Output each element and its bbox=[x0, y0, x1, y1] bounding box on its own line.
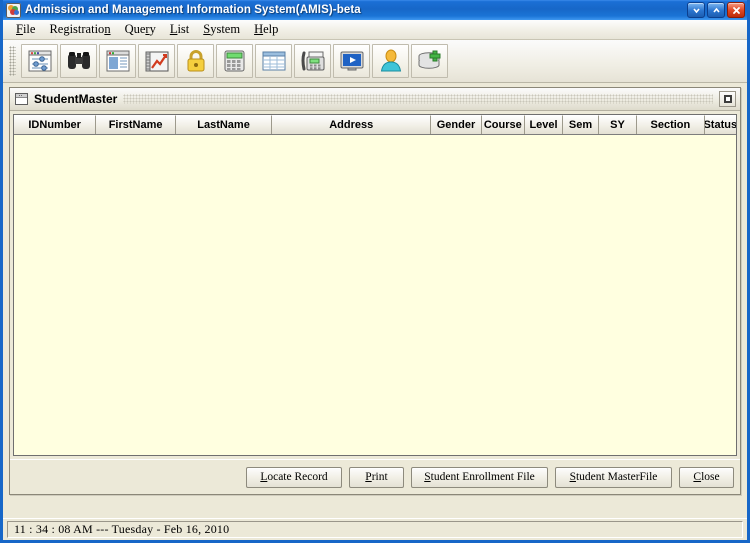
print-button[interactable]: Print bbox=[349, 466, 404, 488]
application-window: Admission and Management Information Sys… bbox=[0, 0, 750, 543]
internal-frame-title: StudentMaster bbox=[34, 92, 118, 106]
locate-record-button[interactable]: Locate Record bbox=[246, 466, 342, 488]
menu-item-help[interactable]: Help bbox=[247, 21, 285, 38]
status-bar: 11 : 34 : 08 AM --- Tuesday - Feb 16, 20… bbox=[3, 518, 747, 540]
mdi-desktop: StudentMaster IDNumber FirstName LastNam… bbox=[3, 83, 747, 518]
status-datetime: 11 : 34 : 08 AM --- Tuesday - Feb 16, 20… bbox=[7, 521, 743, 538]
binoculars-icon[interactable] bbox=[60, 44, 97, 78]
action-button-row: Locate Record Print Student Enrollment F… bbox=[10, 459, 740, 494]
column-header-sem[interactable]: Sem bbox=[563, 115, 599, 134]
column-header-gender[interactable]: Gender bbox=[431, 115, 482, 134]
user-person-icon[interactable] bbox=[372, 44, 409, 78]
column-header-course[interactable]: Course bbox=[481, 115, 525, 134]
amis-app-icon bbox=[6, 2, 21, 18]
menu-item-file[interactable]: File bbox=[9, 21, 42, 38]
window-controls bbox=[687, 2, 745, 18]
student-table: IDNumber FirstName LastName Address Gend… bbox=[13, 114, 737, 456]
database-add-icon[interactable] bbox=[411, 44, 448, 78]
title-bar[interactable]: Admission and Management Information Sys… bbox=[3, 0, 747, 20]
close-button-bottom[interactable]: Close bbox=[679, 466, 734, 488]
close-button[interactable] bbox=[727, 2, 745, 18]
internal-frame-title-bar[interactable]: StudentMaster bbox=[10, 88, 740, 111]
menu-item-system[interactable]: System bbox=[196, 21, 247, 38]
toolbar bbox=[3, 40, 747, 83]
drag-grip[interactable] bbox=[9, 46, 16, 76]
table-grid-icon[interactable] bbox=[255, 44, 292, 78]
column-header-address[interactable]: Address bbox=[272, 115, 432, 134]
calculator-icon[interactable] bbox=[216, 44, 253, 78]
minimize-button[interactable] bbox=[687, 2, 705, 18]
column-header-status[interactable]: Status bbox=[704, 115, 736, 134]
column-header-idnumber[interactable]: IDNumber bbox=[14, 115, 97, 134]
column-header-section[interactable]: Section bbox=[637, 115, 705, 134]
menu-item-list[interactable]: List bbox=[163, 21, 196, 38]
student-masterfile-button[interactable]: Student MasterFile bbox=[555, 466, 672, 488]
menu-item-registration[interactable]: Registration bbox=[42, 21, 117, 38]
maximize-button[interactable] bbox=[707, 2, 725, 18]
column-header-sy[interactable]: SY bbox=[598, 115, 638, 134]
window-title: Admission and Management Information Sys… bbox=[25, 4, 361, 16]
window-icon bbox=[15, 93, 28, 105]
column-header-firstname[interactable]: FirstName bbox=[96, 115, 176, 134]
student-enrollment-file-button[interactable]: Student Enrollment File bbox=[411, 466, 548, 488]
table-header-row: IDNumber FirstName LastName Address Gend… bbox=[14, 115, 736, 135]
monitor-play-icon[interactable] bbox=[333, 44, 370, 78]
title-bar-texture bbox=[123, 94, 713, 104]
column-header-lastname[interactable]: LastName bbox=[175, 115, 273, 134]
notebook-chart-icon[interactable] bbox=[138, 44, 175, 78]
restore-icon[interactable] bbox=[719, 91, 736, 107]
document-window-icon[interactable] bbox=[99, 44, 136, 78]
table-body[interactable] bbox=[14, 135, 736, 455]
fax-machine-icon[interactable] bbox=[294, 44, 331, 78]
settings-window-icon[interactable] bbox=[21, 44, 58, 78]
menu-bar: File Registration Query List System Help bbox=[3, 20, 747, 40]
column-header-level[interactable]: Level bbox=[524, 115, 564, 134]
menu-item-query[interactable]: Query bbox=[118, 21, 163, 38]
internal-frame-studentmaster: StudentMaster IDNumber FirstName LastNam… bbox=[9, 87, 741, 495]
padlock-icon[interactable] bbox=[177, 44, 214, 78]
